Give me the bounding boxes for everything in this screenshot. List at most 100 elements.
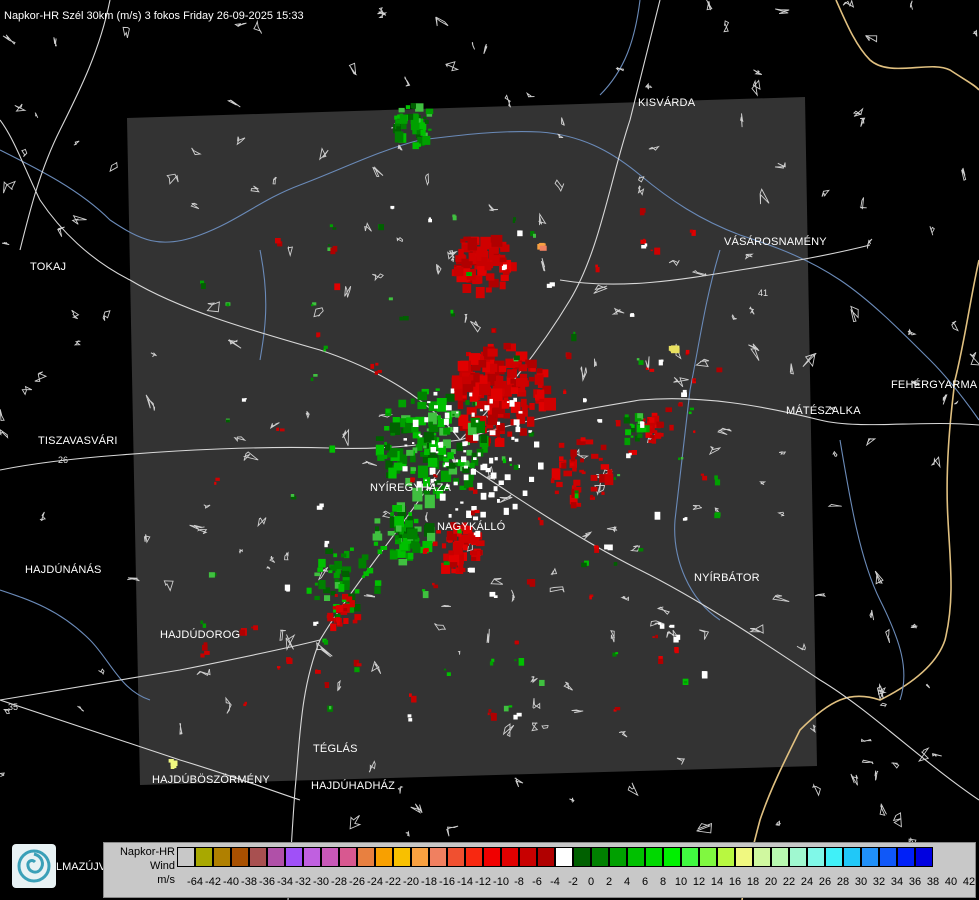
radar-echo [441, 543, 447, 549]
radar-echo [389, 550, 398, 560]
radar-echo [470, 468, 476, 475]
radar-echo [280, 428, 285, 432]
radar-echo [607, 544, 613, 551]
radar-map[interactable]: 26 35 41 [0, 0, 979, 900]
legend-swatch [249, 847, 267, 867]
radar-echo [408, 512, 412, 516]
legend-swatch [483, 847, 501, 867]
radar-echo [324, 540, 330, 544]
radar-echo [422, 589, 426, 592]
radar-echo [392, 417, 400, 423]
settlement-outline [73, 340, 81, 346]
radar-echo [450, 313, 455, 317]
legend-swatch [753, 847, 771, 867]
radar-echo [549, 282, 555, 287]
radar-echo [489, 591, 496, 597]
radar-echo [395, 525, 402, 532]
settlement-outline [852, 107, 864, 117]
radar-echo [324, 595, 331, 601]
radar-echo [466, 272, 471, 276]
radar-echo [318, 558, 326, 568]
radar-echo [714, 513, 721, 519]
radar-echo [500, 274, 509, 281]
radar-echo [450, 388, 455, 394]
settlement-outline [2, 242, 10, 246]
radar-echo [463, 450, 467, 453]
radar-echo [529, 476, 535, 482]
radar-echo [356, 663, 362, 667]
radar-echo [350, 547, 354, 551]
radar-echo [455, 459, 459, 463]
radar-echo [491, 408, 499, 417]
settlement-outline [127, 577, 140, 582]
settlement-outline [21, 148, 28, 158]
radar-echo [424, 494, 435, 509]
radar-echo [424, 119, 429, 124]
radar-echo [417, 401, 427, 410]
radar-echo [590, 474, 598, 481]
radar-echo [458, 248, 464, 256]
radar-echo [448, 550, 454, 556]
radar-echo [390, 512, 394, 517]
settlement-outline [14, 103, 27, 112]
radar-echo [598, 457, 603, 461]
radar-echo [490, 472, 497, 479]
radar-echo [417, 391, 427, 401]
radar-echo [323, 345, 328, 349]
radar-echo [200, 653, 205, 658]
radar-echo [241, 398, 246, 402]
radar-echo [496, 375, 504, 384]
radar-echo [554, 490, 559, 495]
radar-echo [386, 409, 390, 413]
settlement-outline [925, 683, 931, 689]
radar-echo [655, 634, 658, 639]
radar-echo [333, 572, 340, 579]
radar-echo [538, 462, 544, 470]
radar-echo [522, 490, 528, 496]
settlement-outline [349, 815, 362, 830]
radar-echo [384, 441, 387, 445]
legend-swatch [717, 847, 735, 867]
radar-echo [507, 369, 517, 378]
settlement-outline [864, 35, 878, 43]
settlement-outline [850, 305, 859, 323]
radar-echo [398, 107, 405, 113]
radar-echo [428, 424, 439, 433]
city-label-tokaj: TOKAJ [30, 261, 67, 273]
radar-echo [604, 465, 609, 469]
radar-echo [659, 624, 665, 629]
radar-echo [457, 401, 464, 410]
legend-swatch [897, 847, 915, 867]
settlement-outline [34, 371, 48, 382]
radar-echo [408, 552, 414, 560]
city-label-hajdunanas: HAJDÚNÁNÁS [25, 564, 102, 576]
radar-echo [443, 427, 451, 435]
radar-echo [390, 432, 396, 436]
radar-echo [489, 661, 494, 666]
radar-echo [411, 695, 417, 703]
radar-echo [204, 650, 210, 655]
radar-echo [658, 658, 664, 664]
city-label-hajduboszormeny: HAJDÚBÖSZÖRMÉNY [152, 774, 270, 786]
radar-echo [640, 421, 644, 424]
settlement-outline [859, 197, 867, 210]
radar-echo [316, 505, 323, 510]
radar-echo [551, 468, 561, 480]
radar-echo [333, 553, 338, 558]
legend-tick-label: -32 [295, 876, 311, 888]
radar-echo [437, 418, 445, 428]
radar-echo [461, 456, 467, 463]
radar-echo [468, 487, 474, 491]
legend-tick-label: -34 [277, 876, 293, 888]
city-label-tiszavasvari: TISZAVASVÁRI [38, 435, 118, 447]
radar-echo [202, 644, 208, 651]
radar-echo [534, 374, 544, 385]
radar-echo [406, 449, 414, 456]
radar-echo [471, 557, 477, 561]
legend-tick-label: -38 [241, 876, 257, 888]
settlement-outline [860, 117, 866, 127]
radar-echo [648, 417, 655, 423]
radar-echo [492, 255, 501, 266]
radar-echo [615, 652, 619, 655]
radar-echo [600, 444, 607, 451]
